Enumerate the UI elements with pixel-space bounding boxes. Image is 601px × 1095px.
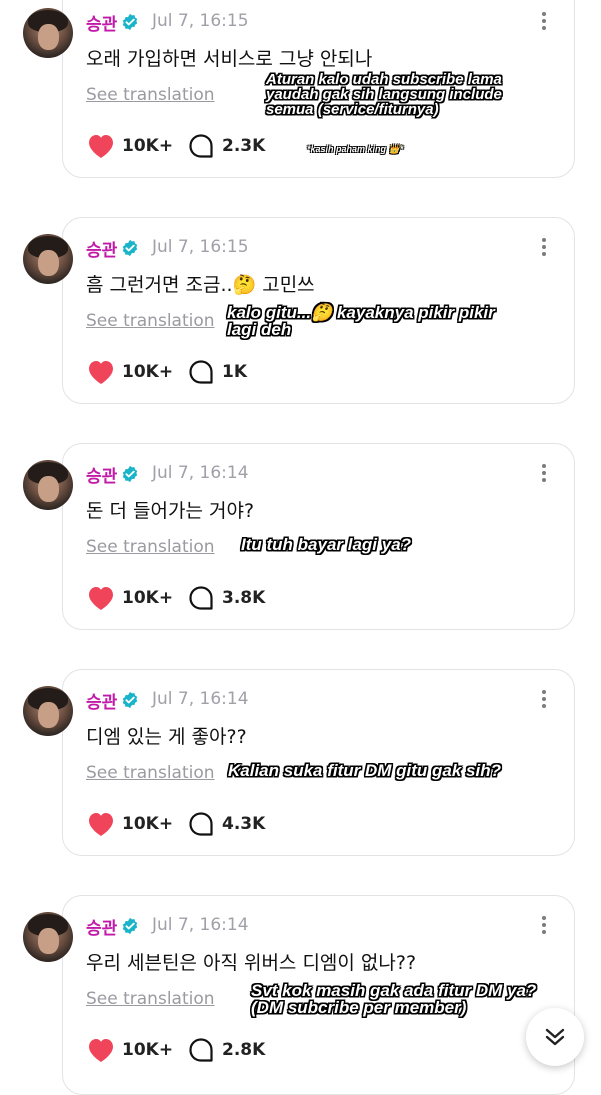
verified-check-icon [122, 239, 138, 257]
translation-overlay: Svt kok masih gak ada fitur DM ya? (DM su… [251, 981, 537, 1017]
more-vertical-icon[interactable] [537, 916, 551, 936]
comment-bubble-icon[interactable] [188, 133, 214, 159]
see-translation-link[interactable]: See translation [86, 537, 215, 557]
chevron-double-down-icon [545, 1028, 565, 1046]
see-translation-link[interactable]: See translation [86, 989, 215, 1009]
verified-check-icon [122, 465, 138, 483]
heart-icon[interactable] [87, 133, 115, 159]
avatar[interactable] [23, 8, 73, 58]
comment-bubble-icon[interactable] [188, 585, 214, 611]
translation-overlay: kalo gitu...🤔 kayaknya pikir pikir lagi d… [227, 303, 495, 339]
more-vertical-icon[interactable] [537, 12, 551, 32]
heart-icon[interactable] [87, 359, 115, 385]
like-count: 10K+ [122, 1040, 174, 1060]
verified-check-icon [122, 691, 138, 709]
post-text: 돈 더 들어가는 거야? [86, 500, 255, 522]
see-translation-link[interactable]: See translation [86, 311, 215, 331]
avatar[interactable] [23, 912, 73, 962]
comment-bubble-icon[interactable] [188, 1037, 214, 1063]
like-count: 10K+ [122, 362, 174, 382]
comment-count: 1K [222, 362, 248, 382]
more-vertical-icon[interactable] [537, 464, 551, 484]
comment-count: 2.3K [222, 136, 266, 156]
more-vertical-icon[interactable] [537, 690, 551, 710]
heart-icon[interactable] [87, 811, 115, 837]
avatar[interactable] [23, 234, 73, 284]
translation-overlay: Itu tuh bayar lagi ya? [241, 535, 412, 554]
like-count: 10K+ [122, 588, 174, 608]
more-vertical-icon[interactable] [537, 238, 551, 258]
author-name[interactable]: 승관 [86, 10, 117, 35]
verified-check-icon [122, 917, 138, 935]
post-text: 오래 가입하면 서비스로 그냥 안되나 [86, 48, 373, 70]
author-name[interactable]: 승관 [86, 914, 117, 939]
post-timestamp: Jul 7, 16:14 [152, 689, 249, 709]
post-timestamp: Jul 7, 16:15 [152, 11, 249, 31]
see-translation-link[interactable]: See translation [86, 85, 215, 105]
translation-overlay: Aturan kalo udah subscribe lama yaudah ga… [266, 71, 502, 118]
overlay-note: *kasih paham king 👑* [307, 144, 404, 154]
heart-icon[interactable] [87, 1037, 115, 1063]
avatar[interactable] [23, 686, 73, 736]
author-name[interactable]: 승관 [86, 688, 117, 713]
post-timestamp: Jul 7, 16:14 [152, 463, 249, 483]
post-text: 디엠 있는 게 좋아?? [86, 726, 247, 748]
translation-overlay: Kalian suka fitur DM gitu gak sih? [228, 761, 501, 780]
scroll-down-button[interactable] [526, 1008, 584, 1066]
like-count: 10K+ [122, 814, 174, 834]
comment-count: 2.8K [222, 1040, 266, 1060]
comment-bubble-icon[interactable] [188, 811, 214, 837]
author-name[interactable]: 승관 [86, 236, 117, 261]
avatar[interactable] [23, 460, 73, 510]
post-timestamp: Jul 7, 16:15 [152, 237, 249, 257]
post-text: 흠 그런거면 조금..🤔 고민쓰 [86, 274, 315, 296]
verified-check-icon [122, 13, 138, 31]
post-timestamp: Jul 7, 16:14 [152, 915, 249, 935]
comment-count: 4.3K [222, 814, 266, 834]
author-name[interactable]: 승관 [86, 462, 117, 487]
heart-icon[interactable] [87, 585, 115, 611]
post-text: 우리 세븐틴은 아직 위버스 디엠이 없나?? [86, 952, 417, 974]
comment-bubble-icon[interactable] [188, 359, 214, 385]
like-count: 10K+ [122, 136, 174, 156]
comment-count: 3.8K [222, 588, 266, 608]
see-translation-link[interactable]: See translation [86, 763, 215, 783]
